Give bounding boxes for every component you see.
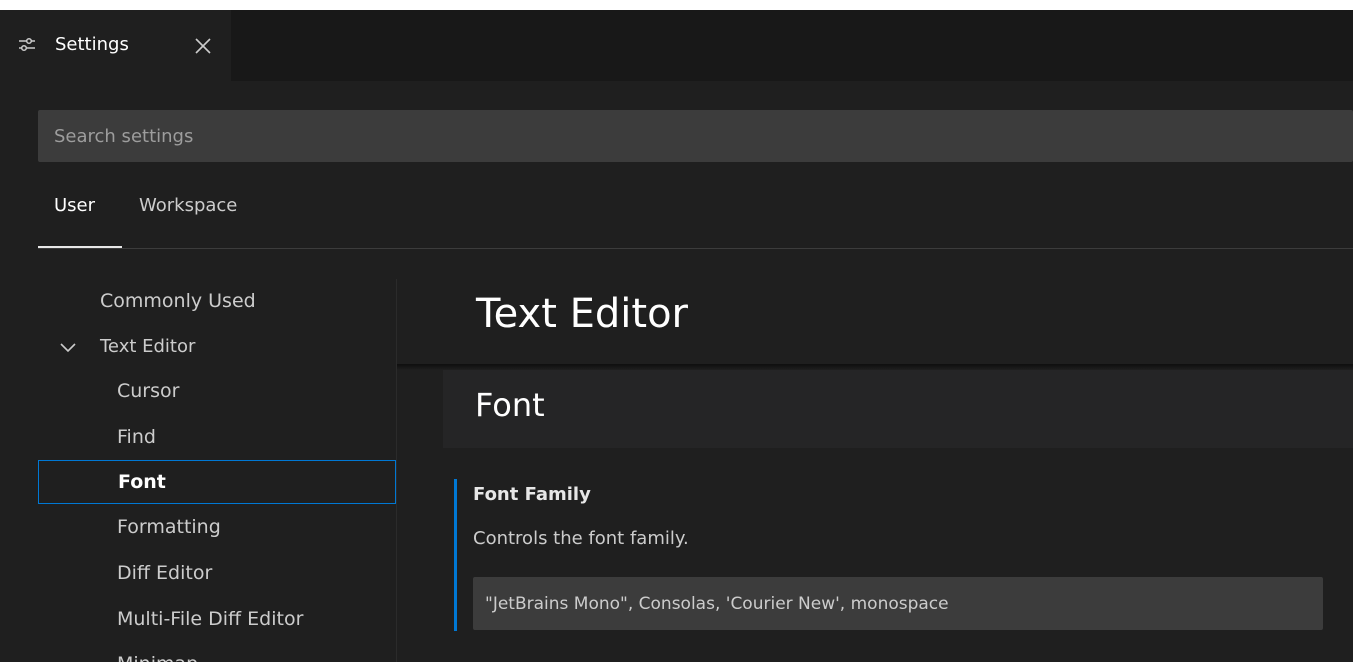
section-title: Text Editor bbox=[476, 291, 688, 337]
toc-divider bbox=[396, 279, 397, 662]
font-family-input[interactable] bbox=[473, 577, 1323, 630]
tab-title: Settings bbox=[55, 34, 129, 55]
toc-item-label: Diff Editor bbox=[117, 562, 213, 584]
toc-item-find[interactable]: Find bbox=[38, 415, 396, 459]
group-title: Font bbox=[475, 386, 545, 424]
toc-item-label: Find bbox=[117, 426, 156, 448]
scope-tabs-divider bbox=[38, 248, 1353, 249]
toc-item-label: Multi-File Diff Editor bbox=[117, 608, 304, 630]
toc-item-label: Text Editor bbox=[100, 336, 196, 357]
toc-item-label: Formatting bbox=[117, 516, 221, 538]
settings-toc: Commonly Used Text Editor Cursor Find Fo… bbox=[38, 279, 396, 662]
window-top-strip bbox=[0, 0, 1353, 10]
setting-focus-bar bbox=[454, 479, 457, 631]
toc-item-cursor[interactable]: Cursor bbox=[38, 369, 396, 413]
toc-item-label: Font bbox=[118, 471, 166, 493]
toc-item-label: Cursor bbox=[117, 380, 180, 402]
settings-sliders-icon bbox=[19, 37, 35, 52]
chevron-down-icon bbox=[60, 343, 76, 353]
toc-item-multi-file-diff-editor[interactable]: Multi-File Diff Editor bbox=[38, 597, 396, 641]
settings-tab[interactable]: Settings bbox=[0, 10, 231, 81]
search-input[interactable] bbox=[38, 110, 1353, 162]
toc-item-formatting[interactable]: Formatting bbox=[38, 505, 396, 549]
toc-item-font[interactable]: Font bbox=[38, 460, 396, 504]
toc-item-minimap[interactable]: Minimap bbox=[38, 642, 396, 662]
toc-item-commonly-used[interactable]: Commonly Used bbox=[38, 279, 396, 323]
setting-font-family: Font Family Controls the font family. bbox=[454, 479, 1353, 633]
close-icon[interactable] bbox=[193, 36, 213, 56]
setting-title: Font Family bbox=[473, 484, 591, 505]
tab-workspace[interactable]: Workspace bbox=[139, 195, 237, 216]
tab-user[interactable]: User bbox=[54, 195, 95, 216]
group-header: Font bbox=[443, 370, 1353, 448]
scope-tabs: User Workspace bbox=[38, 195, 1353, 250]
toc-item-diff-editor[interactable]: Diff Editor bbox=[38, 551, 396, 595]
setting-description: Controls the font family. bbox=[473, 528, 689, 549]
toc-item-text-editor[interactable]: Text Editor bbox=[38, 325, 396, 369]
editor-tab-bar: Settings bbox=[0, 10, 1353, 81]
toc-item-label: Minimap bbox=[117, 653, 198, 662]
toc-item-label: Commonly Used bbox=[100, 290, 256, 312]
